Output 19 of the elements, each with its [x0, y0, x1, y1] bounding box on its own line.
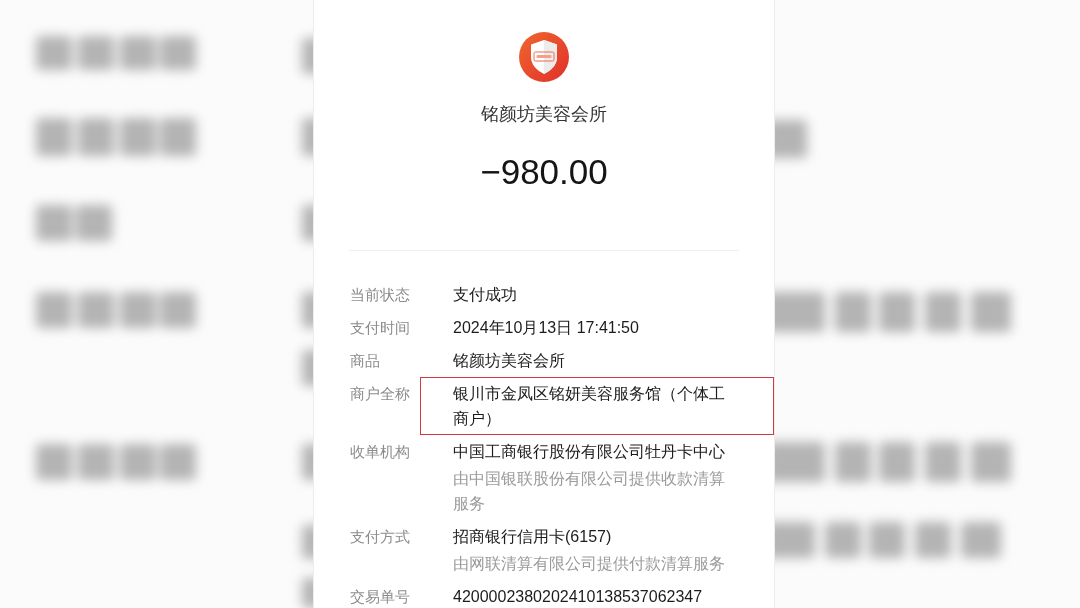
detail-note: 由中国银联股份有限公司提供收款清算服务: [453, 469, 726, 514]
detail-label: 商品: [350, 351, 381, 371]
detail-label: 商户全称: [350, 384, 411, 404]
detail-label: 交易单号: [350, 587, 411, 607]
detail-label: 支付方式: [350, 527, 411, 547]
shield-badge-icon: [519, 32, 569, 82]
detail-value: 银川市金凤区铭妍美容服务馆（个体工商户）: [453, 384, 726, 429]
amount-text: −980.00: [480, 152, 608, 192]
detail-label: 支付时间: [350, 318, 411, 338]
detail-value: 招商银行信用卡(6157): [453, 527, 613, 547]
detail-value: 4200002380202410138537062347: [453, 587, 704, 607]
detail-label: 当前状态: [350, 285, 411, 305]
merchant-name: 铭颜坊美容会所: [481, 103, 607, 126]
detail-note: 由网联清算有限公司提供付款清算服务: [453, 554, 726, 574]
detail-label: 收单机构: [350, 442, 411, 462]
detail-value: 铭颜坊美容会所: [453, 351, 566, 371]
detail-value: 中国工商银行股份有限公司牡丹卡中心: [453, 442, 726, 462]
detail-value: 2024年10月13日 17:41:50: [453, 318, 640, 338]
detail-value: 支付成功: [453, 285, 518, 305]
